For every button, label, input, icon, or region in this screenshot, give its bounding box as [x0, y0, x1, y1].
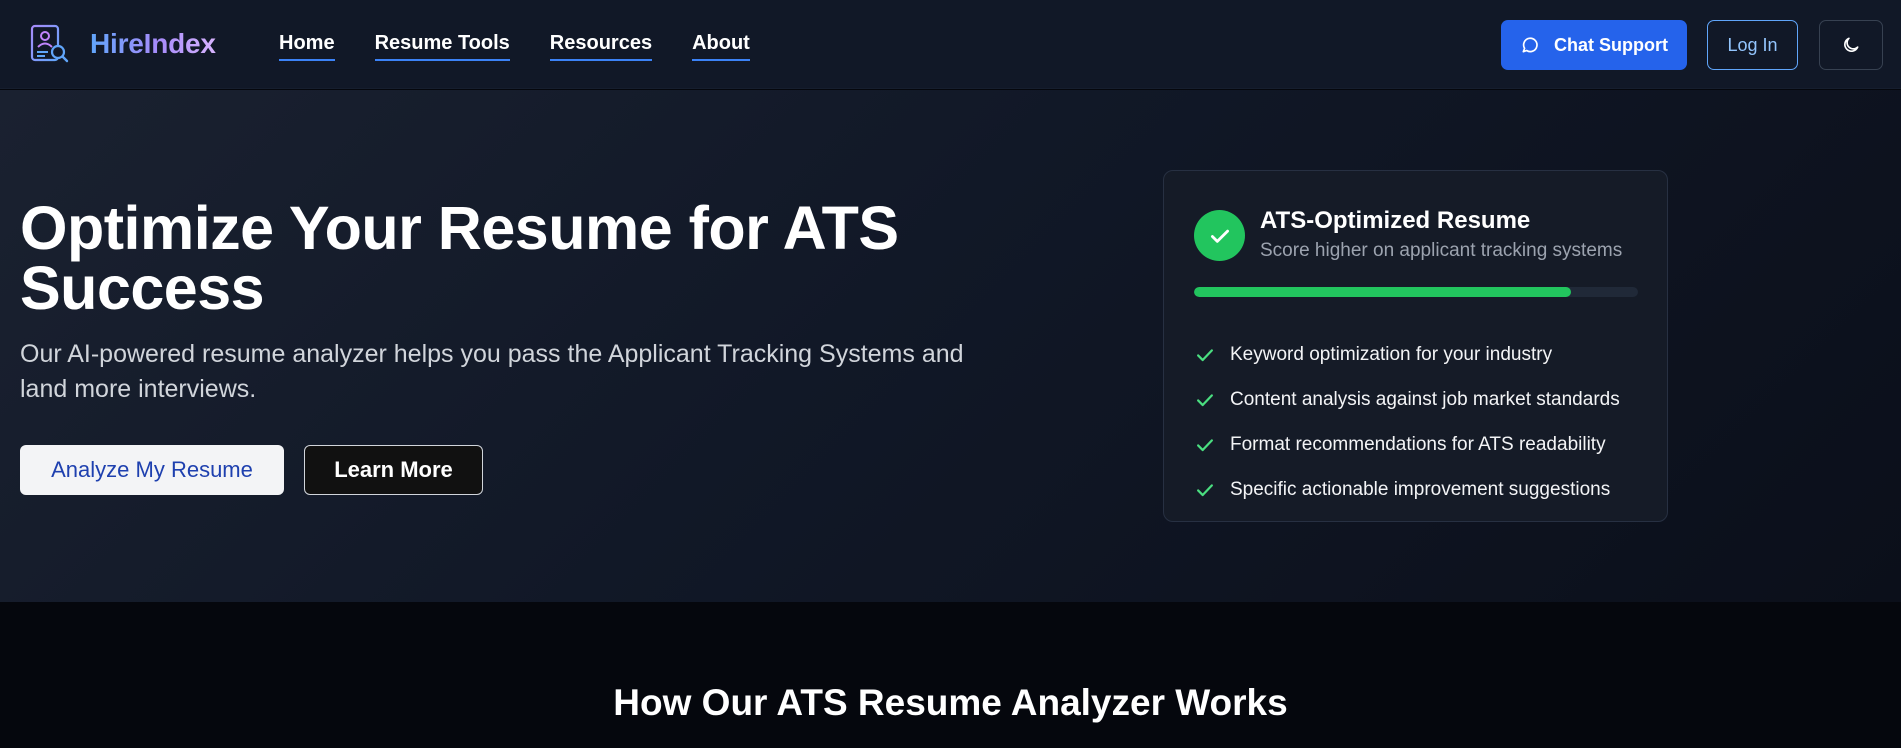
card-title: ATS-Optimized Resume [1260, 207, 1531, 234]
score-progress-fill [1194, 287, 1572, 297]
nav-link-home[interactable]: Home [279, 32, 335, 61]
chat-support-label: Chat Support [1554, 34, 1668, 55]
nav-links: Home Resume Tools Resources About [279, 32, 790, 61]
login-button[interactable]: Log In [1707, 20, 1798, 70]
how-it-works-title: How Our ATS Resume Analyzer Works [613, 682, 1288, 723]
hero-section: Optimize Your Resume for ATS Success Our… [0, 90, 1901, 602]
check-icon [1197, 348, 1213, 361]
nav-link-resume-tools[interactable]: Resume Tools [374, 32, 510, 61]
chat-support-button[interactable]: Chat Support [1501, 20, 1687, 70]
feature-item: Content analysis against job market stan… [1194, 377, 1620, 422]
brand-name[interactable]: HireIndex [90, 28, 216, 60]
ats-card: ATS-Optimized Resume Score higher on app… [1163, 170, 1668, 522]
logo-icon[interactable] [28, 23, 72, 67]
feature-list: Keyword optimization for your industry C… [1194, 332, 1620, 512]
nav-link-resources[interactable]: Resources [549, 32, 653, 61]
feature-text: Format recommendations for ATS readabili… [1230, 433, 1606, 455]
theme-toggle-button[interactable] [1819, 20, 1883, 70]
hero-subtitle: Our AI-powered resume analyzer helps you… [20, 340, 964, 403]
feature-item: Specific actionable improvement suggesti… [1194, 467, 1620, 512]
moon-icon [1844, 37, 1859, 52]
feature-text: Specific actionable improvement suggesti… [1230, 478, 1611, 500]
chat-icon [1522, 37, 1538, 53]
top-navbar: HireIndex Home Resume Tools Resources Ab… [0, 0, 1901, 89]
check-icon [1197, 438, 1213, 451]
learn-more-button[interactable]: Learn More [304, 445, 483, 495]
feature-text: Content analysis against job market stan… [1230, 388, 1620, 410]
score-progress-bar [1194, 287, 1638, 297]
card-subtitle: Score higher on applicant tracking syste… [1260, 240, 1623, 261]
check-icon [1197, 483, 1213, 496]
feature-item: Format recommendations for ATS readabili… [1194, 422, 1620, 467]
check-icon [1197, 393, 1213, 406]
check-circle-icon [1194, 210, 1245, 261]
feature-item: Keyword optimization for your industry [1194, 332, 1620, 377]
analyze-resume-button[interactable]: Analyze My Resume [20, 445, 284, 495]
nav-link-about[interactable]: About [692, 32, 750, 61]
feature-text: Keyword optimization for your industry [1230, 343, 1553, 365]
hero-title: Optimize Your Resume for ATS Success [20, 194, 899, 322]
